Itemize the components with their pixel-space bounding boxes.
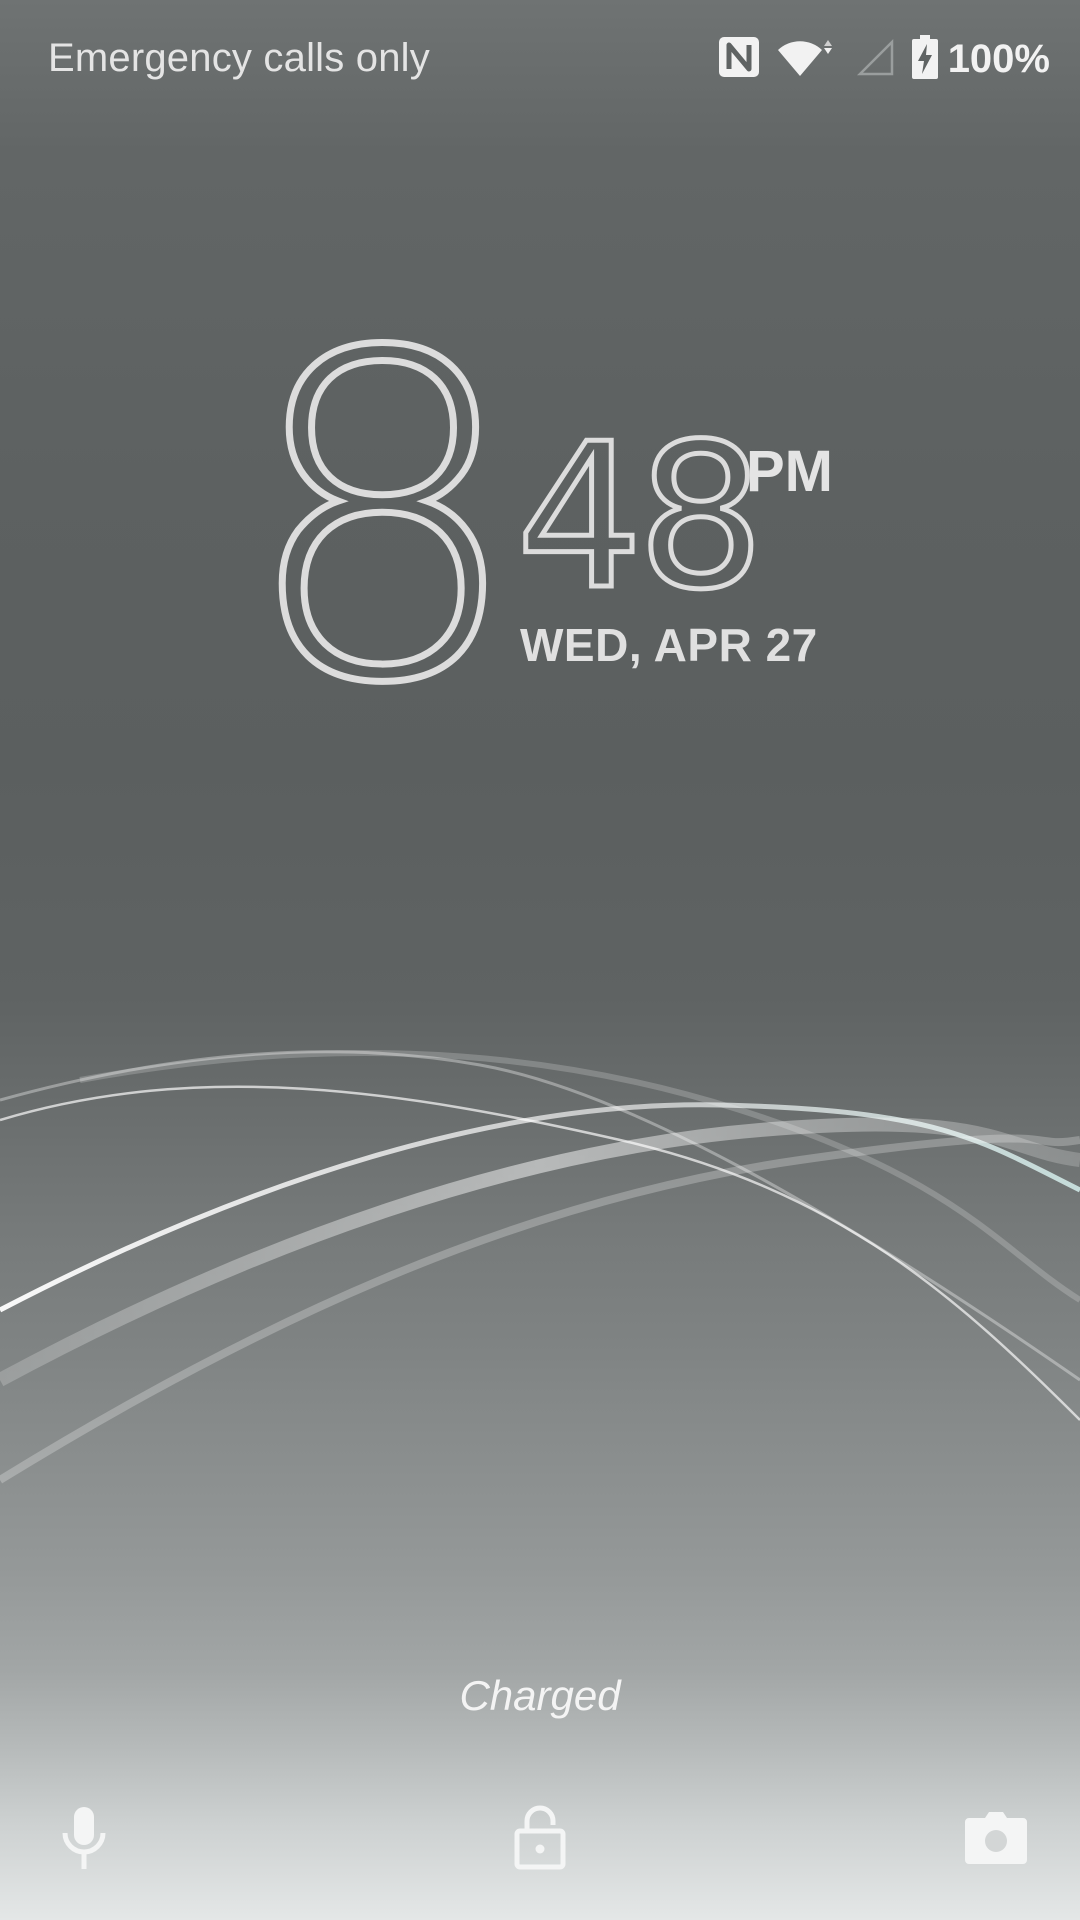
microphone-icon (59, 1805, 109, 1876)
unlock-icon (513, 1805, 567, 1876)
battery-percent: 100% (947, 36, 1050, 81)
battery-charging-icon (911, 34, 938, 84)
status-icons: 100% (702, 34, 1050, 84)
wallpaper-waves (0, 1049, 1080, 1484)
charging-status-text: Charged (459, 1672, 621, 1719)
wifi-icon (776, 36, 840, 83)
cell-signal-icon (856, 36, 896, 83)
carrier-text: Emergency calls only (48, 36, 430, 80)
camera-icon (965, 1811, 1027, 1869)
status-bar[interactable]: Emergency calls only 100% (0, 0, 1080, 120)
camera-shortcut-button[interactable] (956, 1800, 1036, 1880)
nfc-icon (718, 36, 760, 83)
voice-assist-button[interactable] (44, 1800, 124, 1880)
unlock-button[interactable] (500, 1800, 580, 1880)
